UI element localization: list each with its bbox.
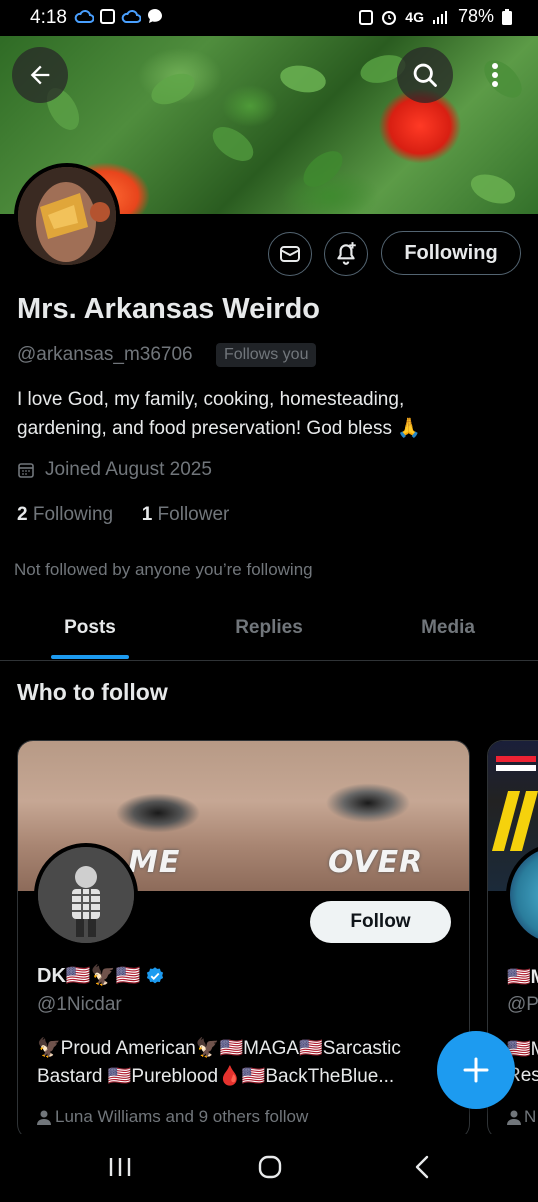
banner-text-left: ME bbox=[128, 845, 181, 880]
verified-badge-icon bbox=[146, 966, 163, 983]
plus-icon bbox=[463, 1057, 489, 1083]
suggested-user-name-2: 🇺🇸M bbox=[507, 967, 538, 988]
signal-icon bbox=[432, 10, 447, 24]
profile-bio: I love God, my family, cooking, homestea… bbox=[17, 385, 517, 443]
avatar-photo bbox=[18, 167, 116, 265]
battery-icon bbox=[502, 8, 512, 25]
alarm-icon bbox=[382, 10, 397, 25]
suggested-user-handle: @1Nicdar bbox=[37, 994, 122, 1015]
followers-label: Follower bbox=[157, 504, 230, 525]
following-button[interactable]: Following bbox=[381, 231, 521, 275]
follows-you-badge: Follows you bbox=[216, 343, 317, 367]
suggested-user-name: DK🇺🇸🦅🇺🇸 bbox=[37, 965, 141, 987]
calendar-icon bbox=[18, 463, 34, 478]
person-icon bbox=[37, 1110, 51, 1125]
recents-icon bbox=[109, 1158, 131, 1176]
system-navigation-bar bbox=[0, 1134, 538, 1199]
back-button[interactable] bbox=[12, 47, 68, 103]
suggested-user-handle-2: @P bbox=[507, 994, 538, 1015]
back-arrow-icon bbox=[30, 65, 50, 85]
tab-media[interactable]: Media bbox=[398, 617, 498, 639]
profile-handle: @arkansas_m36706 bbox=[17, 344, 193, 365]
following-count: 2 bbox=[17, 504, 28, 525]
suggested-user-bio: 🦅Proud American🦅🇺🇸MAGA🇺🇸Sarcastic Bastar… bbox=[37, 1035, 457, 1091]
more-vertical-icon bbox=[492, 63, 498, 87]
joined-date: Joined August 2025 bbox=[17, 459, 212, 481]
banner-stripe bbox=[496, 765, 536, 771]
compose-post-button[interactable] bbox=[437, 1031, 515, 1109]
search-icon bbox=[413, 63, 437, 87]
person-icon bbox=[507, 1110, 521, 1125]
profile-avatar[interactable] bbox=[14, 163, 120, 269]
follow-counts: 2 Following 1 Follower bbox=[17, 504, 229, 526]
battery-percent: 78% bbox=[457, 6, 494, 26]
suggested-user-name-row[interactable]: DK🇺🇸🦅🇺🇸 bbox=[37, 963, 165, 988]
bio-line-2: gardening, and food preservation! God bl… bbox=[17, 418, 421, 439]
tab-posts[interactable]: Posts bbox=[40, 617, 140, 639]
who-to-follow-title: Who to follow bbox=[17, 679, 168, 705]
follow-suggestion-card[interactable]: ME OVER Follow DK🇺🇸🦅🇺🇸 @1Nicdar 🦅Proud A… bbox=[17, 740, 470, 1140]
following-label: Following bbox=[32, 504, 114, 525]
tabs-divider bbox=[0, 660, 538, 661]
not-followed-notice: Not followed by anyone you’re following bbox=[14, 560, 313, 579]
home-icon bbox=[258, 1155, 282, 1179]
bell-plus-icon bbox=[337, 242, 356, 265]
network-label: 4G bbox=[405, 8, 424, 25]
recents-button[interactable] bbox=[100, 1152, 140, 1182]
checkbox-notification-icon bbox=[100, 8, 115, 24]
card-bio-line-2: Bastard 🇺🇸Pureblood🩸🇺🇸BackTheBlue... bbox=[37, 1066, 395, 1087]
suggested-user-avatar[interactable] bbox=[34, 843, 138, 947]
cloud-icon bbox=[74, 9, 94, 23]
status-right: 4G 78% bbox=[359, 6, 512, 27]
following-count-link[interactable]: 2 Following bbox=[17, 504, 113, 525]
banner-stripe bbox=[496, 756, 536, 762]
social-context-text-2: N bbox=[524, 1107, 537, 1126]
nav-back-icon bbox=[415, 1155, 429, 1179]
avatar-photo bbox=[38, 847, 134, 943]
chat-bubble-icon bbox=[148, 9, 162, 23]
message-button[interactable] bbox=[268, 232, 312, 276]
notification-icons bbox=[74, 8, 163, 24]
profile-name: Mrs. Arkansas Weirdo bbox=[17, 293, 320, 325]
followers-count: 1 bbox=[141, 504, 153, 525]
bio-line-1: I love God, my family, cooking, homestea… bbox=[17, 389, 405, 410]
social-context-text: Luna Williams and 9 others follow bbox=[55, 1107, 309, 1126]
mail-icon bbox=[280, 246, 300, 262]
system-back-button[interactable] bbox=[402, 1150, 442, 1184]
home-button[interactable] bbox=[250, 1150, 290, 1184]
card-bio-line-1: 🦅Proud American🦅🇺🇸MAGA🇺🇸Sarcastic bbox=[37, 1038, 401, 1059]
social-context: Luna Williams and 9 others follow bbox=[37, 1107, 308, 1127]
social-context-2: N bbox=[507, 1107, 536, 1127]
joined-text: Joined August 2025 bbox=[45, 459, 212, 480]
active-tab-indicator bbox=[51, 655, 129, 659]
search-button[interactable] bbox=[397, 47, 453, 103]
tab-replies[interactable]: Replies bbox=[219, 617, 319, 639]
battery-saver-icon bbox=[359, 9, 374, 25]
follow-button[interactable]: Follow bbox=[310, 901, 451, 943]
banner-text-right: OVER bbox=[328, 845, 424, 880]
notifications-button[interactable] bbox=[324, 232, 368, 276]
status-bar: 4:18 4G 78% bbox=[0, 0, 538, 36]
cloud-icon bbox=[121, 9, 141, 23]
status-time: 4:18 bbox=[30, 7, 67, 28]
more-options-button[interactable] bbox=[478, 55, 512, 95]
followers-count-link[interactable]: 1 Follower bbox=[142, 504, 230, 525]
